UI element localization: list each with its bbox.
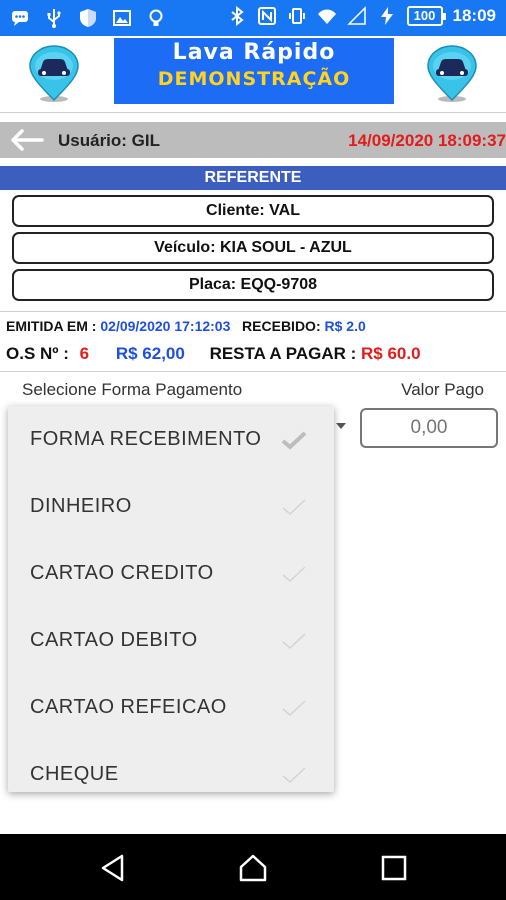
os-label: O.S Nº :	[6, 344, 69, 363]
battery-indicator: 100	[406, 6, 446, 26]
recebido-value: R$ 2.0	[324, 318, 366, 334]
option-dinheiro[interactable]: DINHEIRO	[8, 473, 334, 540]
cliente-field: Cliente: VAL	[12, 195, 494, 227]
resta-value: R$ 60.0	[361, 344, 421, 363]
car-pin-icon	[427, 45, 477, 102]
recebido-label: RECEBIDO:	[242, 318, 321, 334]
payment-method-label: Selecione Forma Pagamento	[22, 380, 243, 399]
bluetooth-icon	[230, 6, 244, 26]
usb-icon	[47, 9, 61, 28]
app-subtitle: DEMONSTRAÇÃO	[157, 68, 351, 90]
back-arrow-icon[interactable]	[8, 126, 46, 154]
check-icon	[282, 499, 306, 516]
dropdown-arrow-icon[interactable]	[336, 423, 346, 429]
check-icon	[282, 633, 306, 650]
status-clock: 18:09	[452, 6, 496, 25]
car-pin-icon	[29, 45, 79, 102]
valor-pago-input[interactable]	[360, 408, 498, 448]
check-icon	[282, 767, 306, 784]
check-icon	[282, 566, 306, 583]
referente-header: REFERENTE	[0, 166, 506, 190]
signal-icon	[346, 6, 366, 25]
nav-home-icon[interactable]	[237, 852, 269, 884]
payment-method-dropdown[interactable]: FORMA RECEBIMENTO DINHEIRO CARTAO CREDIT…	[8, 406, 334, 792]
charging-icon	[380, 7, 393, 25]
check-icon	[281, 431, 307, 450]
current-datetime: 14/09/2020 18:09:37	[348, 131, 506, 150]
option-forma-recebimento[interactable]: FORMA RECEBIMENTO	[8, 406, 334, 473]
option-label: CARTAO REFEICAO	[30, 696, 227, 718]
user-name: Usuário: GIL	[58, 131, 161, 150]
emitida-value: 02/09/2020 17:12:03	[100, 318, 231, 334]
nav-recents-icon[interactable]	[378, 852, 410, 884]
nav-back-icon[interactable]	[98, 852, 130, 884]
option-label: CHEQUE	[30, 763, 119, 785]
messages-icon	[12, 11, 28, 26]
emission-info: EMITIDA EM : 02/09/2020 17:12:03 RECEBID…	[6, 318, 366, 334]
status-bar: 100 18:09	[0, 0, 506, 36]
divider	[0, 112, 506, 113]
order-info: O.S Nº : 6 R$ 62,00 RESTA A PAGAR : R$ 6…	[6, 344, 421, 364]
wifi-icon	[317, 9, 336, 24]
vibrate-icon	[288, 8, 305, 24]
option-label: FORMA RECEBIMENTO	[30, 428, 262, 450]
order-total: R$ 62,00	[115, 344, 185, 363]
option-label: CARTAO DEBITO	[30, 629, 198, 651]
check-icon	[282, 700, 306, 717]
option-label: CARTAO CREDITO	[30, 562, 214, 584]
divider	[0, 371, 506, 372]
option-label: DINHEIRO	[30, 495, 132, 517]
option-cartao-credito[interactable]: CARTAO CREDITO	[8, 540, 334, 607]
app-header: Lava Rápido DEMONSTRAÇÃO	[0, 36, 506, 110]
resta-label: RESTA A PAGAR :	[209, 344, 357, 363]
user-bar: Usuário: GIL 14/09/2020 18:09:37	[0, 122, 506, 158]
app-banner: Lava Rápido DEMONSTRAÇÃO	[114, 38, 394, 104]
os-number: 6	[79, 344, 90, 363]
nfc-icon	[257, 7, 276, 25]
shield-icon	[80, 9, 96, 27]
valor-pago-label: Valor Pago	[401, 380, 484, 399]
placa-field: Placa: EQQ-9708	[12, 269, 494, 301]
app-title: Lava Rápido	[172, 40, 336, 65]
option-cheque[interactable]: CHEQUE	[8, 741, 334, 792]
divider	[0, 311, 506, 312]
emitida-label: EMITIDA EM :	[6, 318, 97, 334]
option-cartao-refeicao[interactable]: CARTAO REFEICAO	[8, 674, 334, 741]
option-cartao-debito[interactable]: CARTAO DEBITO	[8, 607, 334, 674]
veiculo-field: Veículo: KIA SOUL - AZUL	[12, 232, 494, 264]
bulb-icon	[149, 9, 163, 26]
navigation-bar	[0, 834, 506, 900]
gallery-icon	[113, 10, 131, 26]
